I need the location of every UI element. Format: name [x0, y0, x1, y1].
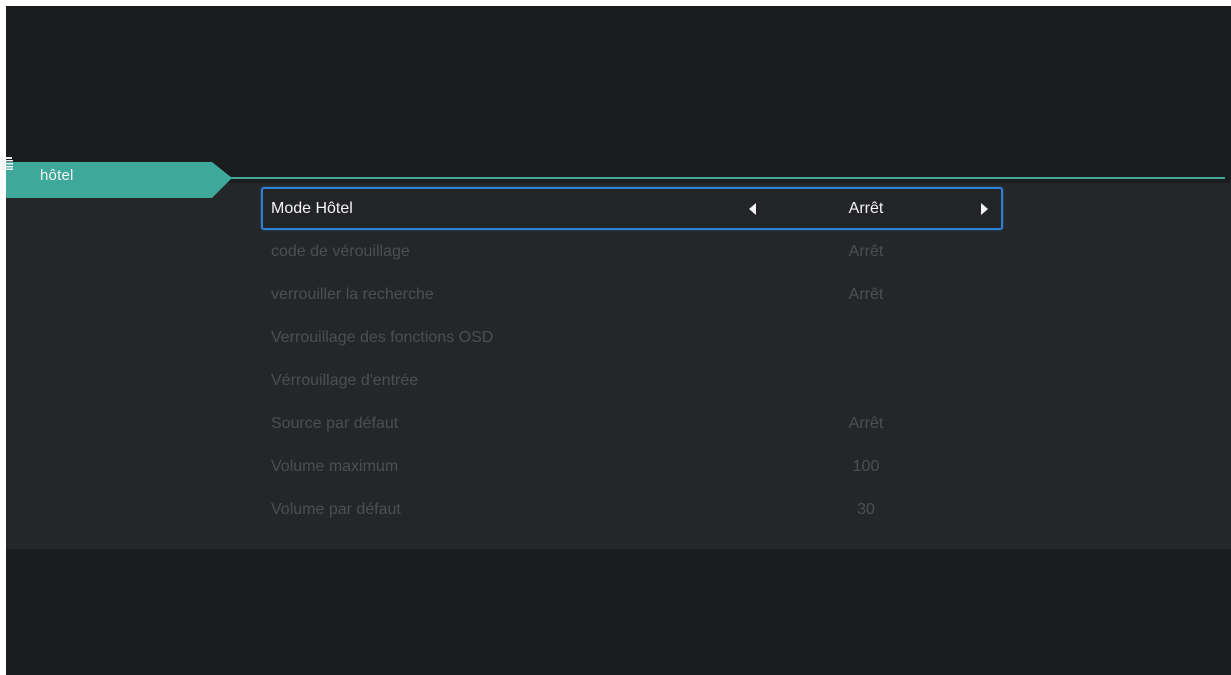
hotel-settings-list: Mode Hôtel Arrêt code de vérouillage Arr…	[257, 187, 1003, 531]
menu-item-value: Arrêt	[848, 243, 884, 260]
menu-item-label: Vérrouillage d'entrée	[271, 372, 419, 389]
menu-item-label: Source par défaut	[271, 415, 399, 432]
menu-item-mode-hotel[interactable]: Mode Hôtel Arrêt	[261, 187, 1003, 230]
menu-item-default-volume[interactable]: Volume par défaut 30	[261, 488, 1003, 531]
category-tab-shape	[6, 162, 232, 198]
menu-item-value: Arrêt	[848, 200, 884, 217]
arrow-left-icon[interactable]	[749, 203, 756, 215]
menu-item-value: 100	[852, 458, 880, 475]
category-label: hôtel	[40, 167, 74, 184]
menu-item-value: Arrêt	[848, 286, 884, 303]
menu-item-osd-lock[interactable]: Verrouillage des fonctions OSD	[261, 316, 1003, 359]
menu-item-value: 30	[857, 501, 875, 518]
menu-item-label: Mode Hôtel	[271, 200, 353, 217]
menu-item-value: Arrêt	[848, 415, 884, 432]
menu-item-label: Volume maximum	[271, 458, 399, 475]
menu-item-label: code de vérouillage	[271, 243, 410, 260]
bottom-area	[6, 549, 1231, 675]
arrow-right-icon[interactable]	[981, 203, 988, 215]
category-divider-line	[222, 177, 1225, 179]
menu-item-search-lock[interactable]: verrouiller la recherche Arrêt	[261, 273, 1003, 316]
menu-item-lock-code[interactable]: code de vérouillage Arrêt	[261, 230, 1003, 273]
menu-item-input-lock[interactable]: Vérrouillage d'entrée	[261, 359, 1003, 402]
list-icon	[1, 157, 13, 170]
category-tab-hotel[interactable]: hôtel	[0, 156, 232, 198]
menu-item-label: Volume par défaut	[271, 501, 401, 518]
menu-item-label: Verrouillage des fonctions OSD	[271, 329, 494, 346]
menu-item-max-volume[interactable]: Volume maximum 100	[261, 445, 1003, 488]
menu-item-default-source[interactable]: Source par défaut Arrêt	[261, 402, 1003, 445]
menu-item-label: verrouiller la recherche	[271, 286, 434, 303]
